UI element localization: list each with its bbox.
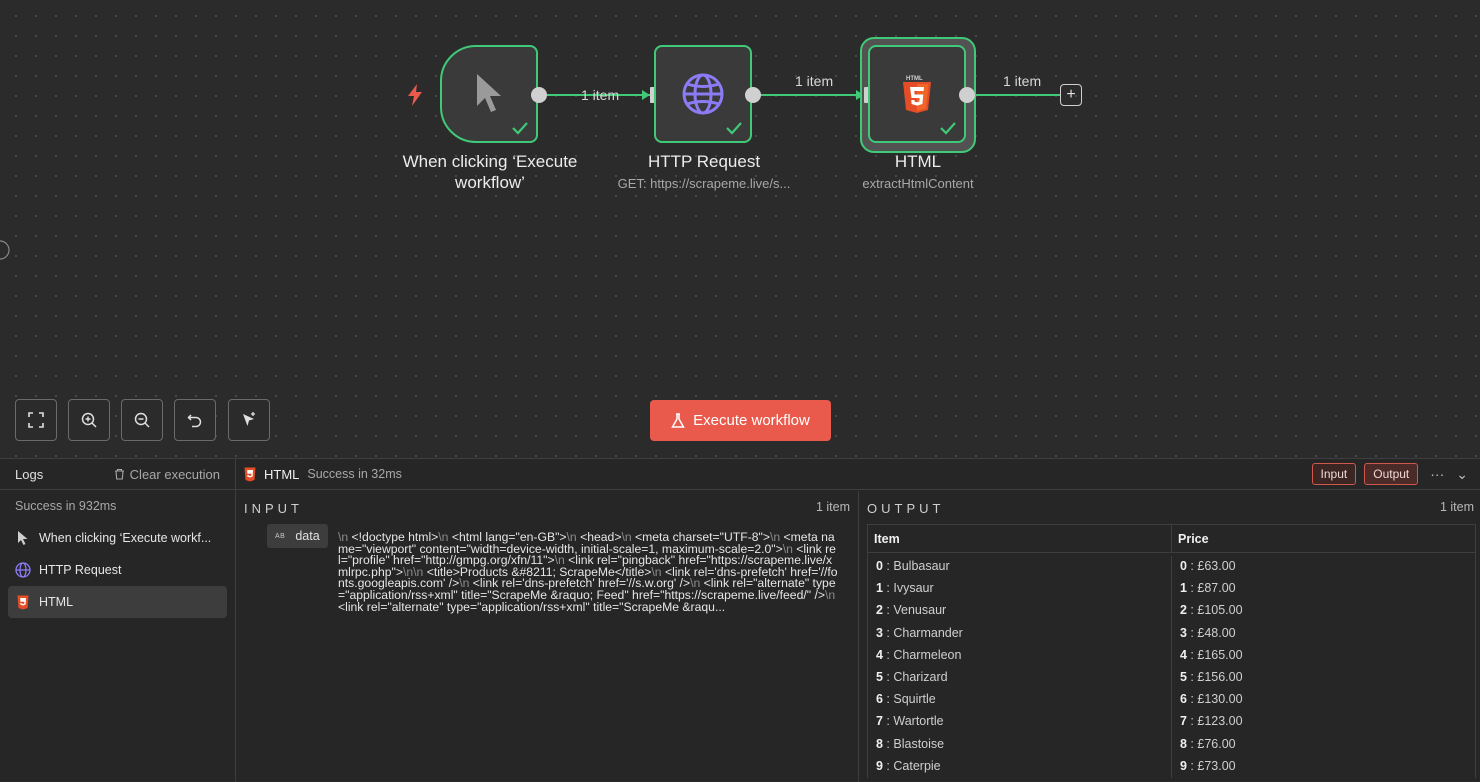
table-cell: 4 : Charmeleon: [876, 647, 962, 662]
output-handle[interactable]: [959, 87, 975, 103]
html5-icon: [244, 467, 256, 481]
input-pane-title: INPUT: [244, 501, 303, 516]
node-subtitle-http: GET: https://scrapeme.live/s...: [617, 176, 791, 191]
success-check-icon: [726, 122, 742, 135]
trash-icon: [114, 468, 124, 480]
table-cell: 1 : £87.00: [1180, 581, 1236, 596]
edge-label: 1 item: [1003, 73, 1042, 89]
string-type-icon: AB: [275, 532, 286, 540]
more-options-button[interactable]: ···: [1430, 466, 1444, 482]
clear-execution-label: Clear execution: [129, 466, 220, 482]
node-http-request[interactable]: [654, 45, 752, 143]
column-header-item: Item: [868, 525, 1172, 552]
success-check-icon: [940, 122, 956, 135]
logs-title: Logs: [15, 466, 44, 482]
output-toggle-button[interactable]: Output: [1364, 463, 1419, 485]
table-cell: 6 : Squirtle: [876, 692, 936, 707]
output-handle[interactable]: [531, 87, 547, 103]
globe-icon: [682, 73, 724, 115]
logs-header: Logs Clear execution: [0, 459, 235, 490]
input-pane: INPUT 1 item AB data \n <!doctype html>\…: [236, 491, 859, 782]
fullscreen-icon: [28, 412, 44, 428]
log-item-html[interactable]: HTML: [8, 586, 227, 618]
table-cell: 9 : Caterpie: [876, 758, 941, 773]
node-manual-trigger[interactable]: [440, 45, 538, 143]
trigger-bolt-icon: [408, 84, 422, 106]
reset-zoom-button[interactable]: [174, 399, 216, 441]
clear-execution-button[interactable]: Clear execution: [114, 467, 220, 482]
cursor-icon: [477, 74, 501, 112]
log-item-label: HTTP Request: [39, 563, 122, 577]
tidy-up-button[interactable]: [228, 399, 270, 441]
table-cell: 8 : £76.00: [1180, 736, 1236, 751]
execute-workflow-label: Execute workflow: [693, 412, 810, 429]
node-html[interactable]: HTML: [868, 45, 966, 143]
edge-label: 1 item: [581, 87, 620, 103]
table-header: Item Price: [868, 525, 1475, 553]
canvas-edge-handle[interactable]: [0, 240, 10, 260]
log-item-label: When clicking ‘Execute workf...: [39, 531, 212, 545]
execute-workflow-button[interactable]: Execute workflow: [650, 400, 831, 441]
table-cell: 8 : Blastoise: [876, 736, 945, 751]
table-cell: 4 : £165.00: [1180, 647, 1243, 662]
node-title-trigger: When clicking ‘Execute workflow’: [402, 152, 578, 192]
logs-status: Success in 932ms: [15, 499, 117, 513]
output-table: Item Price 0 : Bulbasaur 1 : Ivysaur 2 : V…: [867, 524, 1476, 778]
svg-text:HTML: HTML: [906, 76, 923, 82]
logs-panel: Logs Clear execution Success in 932ms Wh…: [0, 459, 236, 782]
zoom-in-icon: [81, 412, 97, 428]
node-title-http: HTTP Request: [647, 152, 761, 171]
cursor-sparkle-icon: [243, 412, 255, 426]
zoom-in-button[interactable]: [68, 399, 110, 441]
undo-icon: [187, 414, 202, 428]
html5-icon: HTML: [903, 76, 931, 113]
edge-label: 1 item: [795, 73, 834, 89]
success-check-icon: [512, 122, 528, 135]
input-item-count: 1 item: [815, 500, 850, 514]
data-key-pill[interactable]: AB data: [267, 524, 328, 548]
table-cell: 5 : £156.00: [1180, 669, 1243, 684]
table-cell: 2 : Venusaur: [876, 603, 947, 618]
table-cell: 3 : Charmander: [876, 625, 963, 640]
data-key-label: data: [295, 529, 320, 543]
table-cell: 7 : £123.00: [1180, 714, 1243, 729]
node-title-html: HTML: [894, 152, 942, 171]
cursor-icon: [18, 531, 28, 545]
globe-icon: [15, 562, 31, 578]
table-cell: 1 : Ivysaur: [876, 581, 934, 596]
output-pane: OUTPUT 1 item Item Price 0 : Bulbasaur 1 …: [859, 491, 1480, 782]
run-header: HTML Success in 32ms Input Output ··· ⌄: [236, 459, 1480, 490]
collapse-panel-button[interactable]: ⌄: [1456, 466, 1468, 483]
table-cell: 9 : £73.00: [1180, 758, 1236, 773]
table-cell: 6 : £130.00: [1180, 692, 1243, 707]
table-cell: 5 : Charizard: [876, 669, 948, 684]
table-cell: 0 : £63.00: [1180, 559, 1236, 573]
data-value-text: \n <!doctype html>\n <html lang="en-GB">…: [338, 530, 838, 614]
zoom-out-icon: [134, 412, 150, 428]
node-subtitle-html: extractHtmlContent: [862, 176, 974, 191]
item-column: 0 : Bulbasaur 1 : Ivysaur 2 : Venusaur 3 : …: [868, 556, 1172, 778]
output-handle[interactable]: [745, 87, 761, 103]
log-item-http-request[interactable]: HTTP Request: [8, 554, 227, 586]
fit-view-button[interactable]: [15, 399, 57, 441]
table-cell: 3 : £48.00: [1180, 625, 1236, 640]
add-node-button[interactable]: +: [1060, 84, 1082, 106]
workflow-canvas[interactable]: When clicking ‘Execute workflow’ 1 item …: [0, 0, 1480, 458]
html5-icon: [17, 595, 29, 609]
output-item-count: 1 item: [1439, 500, 1474, 514]
table-cell: 0 : Bulbasaur: [876, 559, 950, 573]
run-status: Success in 32ms: [307, 467, 402, 481]
price-column: 0 : £63.00 1 : £87.00 2 : £105.00 3 : £48.0…: [1172, 556, 1475, 778]
input-toggle-button[interactable]: Input: [1311, 463, 1357, 485]
log-item-trigger[interactable]: When clicking ‘Execute workf...: [8, 522, 227, 554]
table-cell: 7 : Wartortle: [876, 714, 944, 729]
zoom-out-button[interactable]: [121, 399, 163, 441]
flask-icon: [671, 412, 685, 428]
run-node-name: HTML: [264, 466, 300, 482]
table-cell: 2 : £105.00: [1180, 603, 1243, 618]
log-item-label: HTML: [39, 595, 74, 609]
bottom-panel: Logs Clear execution Success in 932ms Wh…: [0, 458, 1480, 782]
column-header-price: Price: [1178, 532, 1209, 546]
output-pane-title: OUTPUT: [867, 501, 945, 516]
